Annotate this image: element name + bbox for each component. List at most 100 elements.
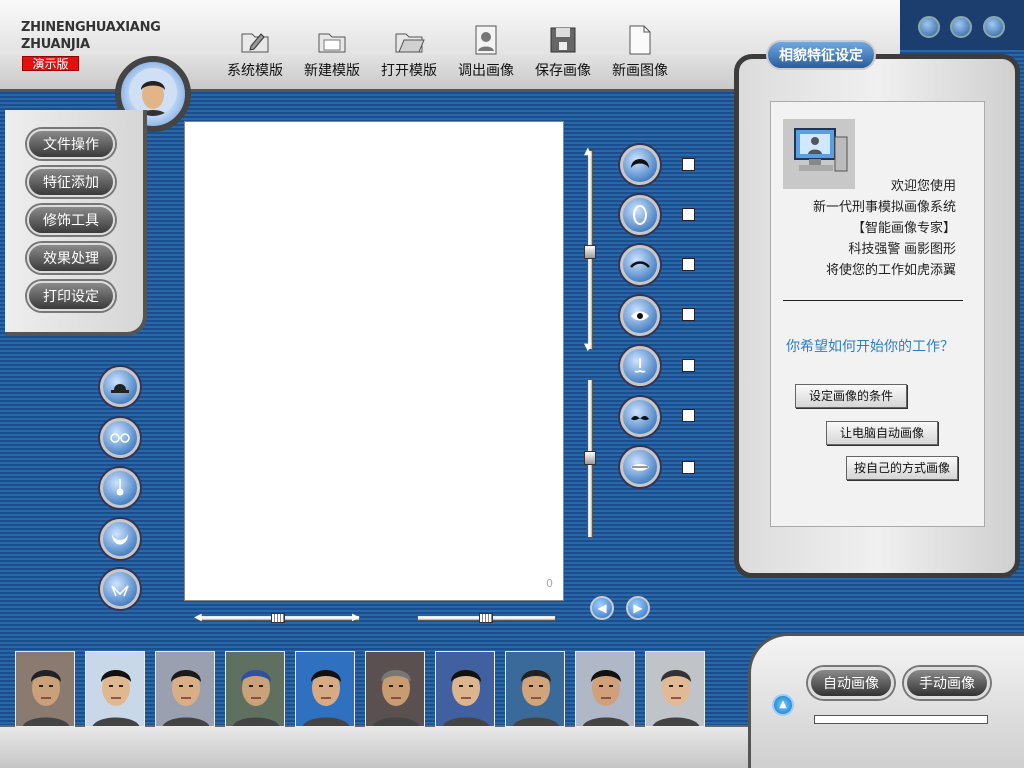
nose-icon bbox=[634, 358, 646, 373]
toolbar-label: 新画图像 bbox=[612, 62, 668, 78]
logo-line1: ZHINENGHUAXIANG bbox=[21, 20, 161, 35]
menu-add-features[interactable]: 特征添加 bbox=[27, 167, 115, 197]
feature-eye-button[interactable] bbox=[620, 296, 660, 336]
feature-hair-checkbox[interactable] bbox=[682, 158, 695, 171]
set-conditions-button[interactable]: 设定画像的条件 bbox=[795, 384, 907, 408]
face-shape-icon bbox=[633, 205, 647, 225]
toolbar-label: 调出画像 bbox=[458, 62, 514, 78]
face-portrait-icon bbox=[506, 652, 564, 726]
face-thumbnail[interactable] bbox=[575, 651, 635, 727]
arrow-down-icon: ▼ bbox=[584, 342, 592, 353]
face-portrait-icon bbox=[646, 652, 704, 726]
feature-mouth-button[interactable] bbox=[620, 447, 660, 487]
new-page-icon bbox=[629, 25, 651, 55]
toolbar-open-template-button[interactable]: 打开模版 bbox=[374, 24, 444, 80]
app-window: ZHINENGHUAXIANG ZHUANJIA 演示版 系统模版 新建模版 打… bbox=[0, 0, 1024, 768]
demo-badge: 演示版 bbox=[22, 56, 79, 71]
feature-nose-button[interactable] bbox=[620, 346, 660, 386]
scroll-up-button[interactable]: ▲ bbox=[772, 694, 794, 716]
feature-mouth-checkbox[interactable] bbox=[682, 461, 695, 474]
feature-face-shape-checkbox[interactable] bbox=[682, 208, 695, 221]
face-thumbnail[interactable] bbox=[295, 651, 355, 727]
hat-icon bbox=[111, 384, 129, 393]
face-portrait-icon bbox=[226, 652, 284, 726]
folder-new-icon bbox=[318, 33, 346, 53]
face-thumbnail[interactable] bbox=[155, 651, 215, 727]
face-thumbnail[interactable] bbox=[15, 651, 75, 727]
earring-icon bbox=[116, 479, 124, 496]
welcome-line: 科技强警 画影图形 bbox=[848, 241, 956, 256]
feature-eyebrow-checkbox[interactable] bbox=[682, 258, 695, 271]
face-portrait-icon bbox=[366, 652, 424, 726]
menu-retouch-tools[interactable]: 修饰工具 bbox=[27, 205, 115, 235]
start-question: 你希望如何开始你的工作？ bbox=[786, 338, 954, 354]
next-button[interactable]: ▶ bbox=[626, 596, 650, 620]
auto-portrait-button[interactable]: 自动画像 bbox=[808, 667, 894, 699]
tool-beard-button[interactable] bbox=[100, 519, 140, 559]
right-panel-tab[interactable]: 相貌特征设定 bbox=[766, 40, 876, 70]
toolbar-load-portrait-button[interactable]: 调出画像 bbox=[451, 24, 521, 80]
face-thumbnail[interactable] bbox=[225, 651, 285, 727]
face-portrait-icon bbox=[576, 652, 634, 726]
toolbar-label: 系统模版 bbox=[227, 62, 283, 78]
feature-eye-checkbox[interactable] bbox=[682, 308, 695, 321]
folder-pencil-icon bbox=[241, 33, 269, 53]
slider-thumb[interactable] bbox=[584, 245, 596, 259]
maximize-button[interactable] bbox=[950, 16, 972, 38]
face-portrait-icon bbox=[16, 652, 74, 726]
menu-effects[interactable]: 效果处理 bbox=[27, 243, 115, 273]
avatar bbox=[129, 68, 177, 116]
feature-face-shape-button[interactable] bbox=[620, 195, 660, 235]
feature-mustache-checkbox[interactable] bbox=[682, 409, 695, 422]
face-portrait-icon bbox=[156, 652, 214, 726]
canvas-counter: 0 bbox=[546, 577, 553, 590]
manual-portrait-button[interactable]: 手动画像 bbox=[904, 667, 990, 699]
face-thumbnail[interactable] bbox=[435, 651, 495, 727]
tool-glasses-button[interactable] bbox=[100, 418, 140, 458]
slider-thumb[interactable] bbox=[271, 613, 285, 623]
welcome-line: 将使您的工作如虎添翼 bbox=[825, 262, 956, 277]
arrow-right-icon: ▶ bbox=[633, 601, 643, 615]
hair-icon bbox=[631, 159, 649, 168]
toolbar-new-image-button[interactable]: 新画图像 bbox=[605, 24, 675, 80]
arrow-right-icon: ▶ bbox=[352, 612, 360, 623]
eyebrow-icon bbox=[630, 261, 650, 268]
face-portrait-icon bbox=[296, 652, 354, 726]
slider-thumb[interactable] bbox=[479, 613, 493, 623]
menu-print-settings[interactable]: 打印设定 bbox=[27, 281, 115, 311]
menu-file-operations[interactable]: 文件操作 bbox=[27, 129, 115, 159]
logo-line2: ZHUANJIA bbox=[21, 37, 90, 52]
feature-mustache-button[interactable] bbox=[620, 397, 660, 437]
toolbar-new-template-button[interactable]: 新建模版 bbox=[297, 24, 367, 80]
custom-portrait-button[interactable]: 按自己的方式画像 bbox=[846, 456, 958, 480]
face-thumbnail-strip bbox=[15, 651, 715, 729]
tool-collar-button[interactable] bbox=[100, 569, 140, 609]
close-button[interactable] bbox=[983, 16, 1005, 38]
previous-button[interactable]: ◀ bbox=[590, 596, 614, 620]
slider-thumb[interactable] bbox=[584, 451, 596, 465]
feature-eyebrow-button[interactable] bbox=[620, 245, 660, 285]
tool-hat-button[interactable] bbox=[100, 367, 140, 407]
face-thumbnail[interactable] bbox=[645, 651, 705, 727]
progress-bar bbox=[814, 715, 988, 724]
arrow-left-icon: ◀ bbox=[597, 601, 607, 615]
feature-nose-checkbox[interactable] bbox=[682, 359, 695, 372]
toolbar-system-template-button[interactable]: 系统模版 bbox=[220, 24, 290, 80]
glasses-icon bbox=[110, 433, 130, 443]
portrait-load-icon bbox=[475, 25, 497, 55]
minimize-button[interactable] bbox=[918, 16, 940, 38]
face-portrait-icon bbox=[86, 652, 144, 726]
save-icon bbox=[550, 27, 576, 53]
tool-earring-button[interactable] bbox=[100, 468, 140, 508]
toolbar-save-portrait-button[interactable]: 保存画像 bbox=[528, 24, 598, 80]
arrow-left-icon: ◀ bbox=[194, 612, 202, 623]
face-thumbnail[interactable] bbox=[365, 651, 425, 727]
arrow-up-icon: ▲ bbox=[779, 699, 787, 710]
face-thumbnail[interactable] bbox=[85, 651, 145, 727]
drawing-canvas[interactable] bbox=[184, 121, 564, 601]
eye-icon bbox=[631, 311, 649, 321]
face-thumbnail[interactable] bbox=[505, 651, 565, 727]
feature-hair-button[interactable] bbox=[620, 145, 660, 185]
auto-portrait-option-button[interactable]: 让电脑自动画像 bbox=[826, 421, 938, 445]
toolbar-label: 新建模版 bbox=[304, 62, 360, 78]
